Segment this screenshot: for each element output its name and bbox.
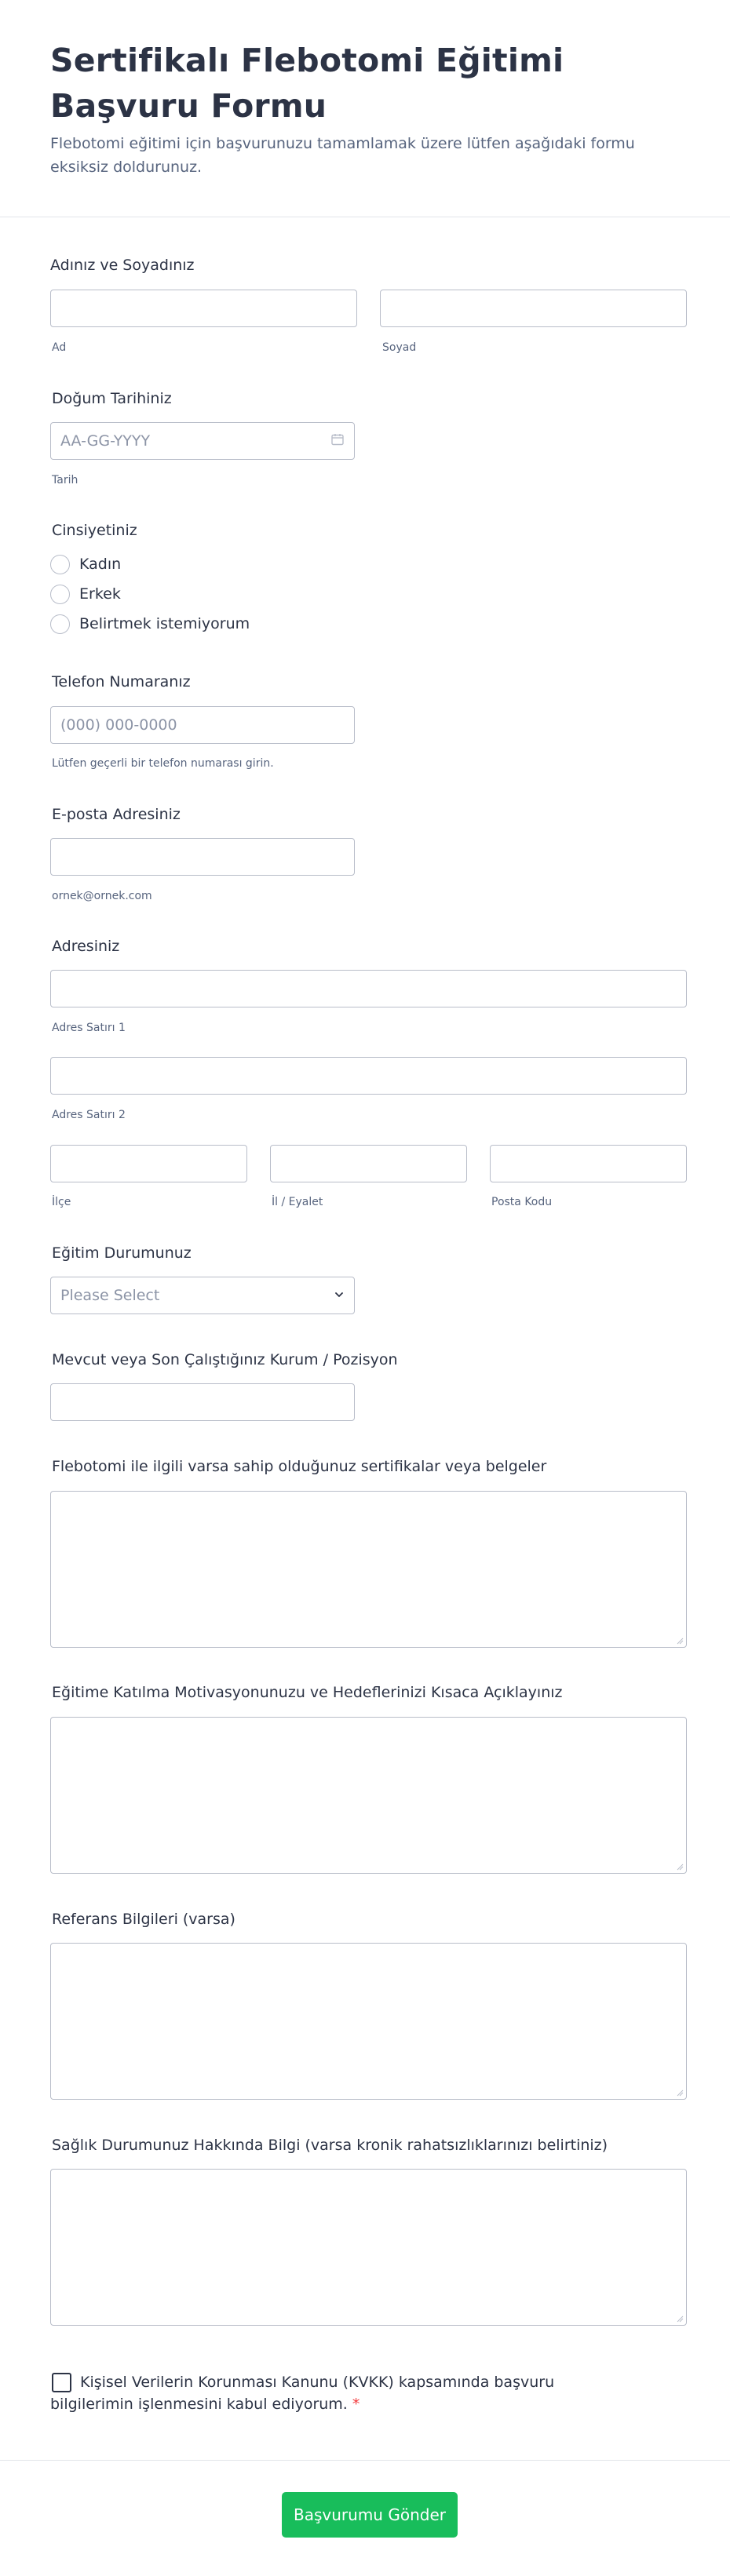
motivation-textarea[interactable]: [50, 1717, 687, 1874]
radio-label: Belirtmek istemiyorum: [79, 615, 250, 632]
resize-grip-icon[interactable]: [676, 2089, 684, 2097]
phone-label: Telefon Numaranız: [52, 673, 191, 690]
form-title: Sertifikalı Flebotomi Eğitimi Başvuru Fo…: [50, 42, 564, 125]
last-name-input[interactable]: [380, 290, 687, 327]
last-name-sublabel: Soyad: [382, 341, 417, 354]
gender-option-kadin[interactable]: Kadın: [50, 549, 250, 579]
resize-grip-icon[interactable]: [676, 2315, 684, 2323]
address-label: Adresiniz: [52, 938, 120, 955]
postal-code-input[interactable]: [490, 1145, 687, 1182]
email-label: E-posta Adresiniz: [52, 806, 181, 823]
email-sublabel: ornek@ornek.com: [52, 890, 152, 902]
email-input[interactable]: [50, 838, 355, 876]
name-field: Adınız ve Soyadınız: [50, 256, 686, 275]
address-line2-sublabel: Adres Satırı 2: [52, 1109, 126, 1121]
name-label: Adınız ve Soyadınız: [50, 257, 195, 274]
certificates-label: Flebotomi ile ilgili varsa sahip olduğun…: [52, 1458, 547, 1475]
chevron-down-icon: [334, 1287, 345, 1304]
phone-placeholder: (000) 000-0000: [60, 716, 177, 734]
resize-grip-icon[interactable]: [676, 1863, 684, 1871]
birth-date-placeholder: AA-GG-YYYY: [60, 432, 151, 450]
district-input[interactable]: [50, 1145, 247, 1182]
workplace-label: Mevcut veya Son Çalıştığınız Kurum / Poz…: [52, 1351, 398, 1368]
gender-options: Kadın Erkek Belirtmek istemiyorum: [50, 549, 250, 639]
consent-checkbox[interactable]: [52, 2373, 71, 2392]
province-input[interactable]: [270, 1145, 467, 1182]
education-placeholder: Please Select: [60, 1287, 160, 1304]
radio-label: Kadın: [79, 556, 122, 573]
birth-sublabel: Tarih: [52, 474, 78, 486]
certificates-textarea[interactable]: [50, 1491, 687, 1648]
gender-option-erkek[interactable]: Erkek: [50, 579, 250, 609]
first-name-sublabel: Ad: [52, 341, 67, 354]
phone-sublabel: Lütfen geçerli bir telefon numarası giri…: [52, 757, 274, 770]
consent-line1: Kişisel Verilerin Korunması Kanunu (KVKK…: [80, 2374, 555, 2391]
consent-line2-wrap: bilgilerimin işlenmesini kabul ediyorum.…: [50, 2393, 360, 2415]
submit-area: Başvurumu Gönder: [0, 2460, 730, 2576]
references-label: Referans Bilgileri (varsa): [52, 1911, 235, 1928]
calendar-icon[interactable]: [330, 432, 345, 450]
radio-button[interactable]: [50, 584, 70, 604]
resize-grip-icon[interactable]: [676, 1637, 684, 1645]
gender-option-belirtmek[interactable]: Belirtmek istemiyorum: [50, 609, 250, 639]
postal-code-sublabel: Posta Kodu: [491, 1196, 553, 1208]
radio-button[interactable]: [50, 614, 70, 634]
address-line1-input[interactable]: [50, 970, 687, 1007]
radio-button[interactable]: [50, 554, 70, 574]
health-label: Sağlık Durumunuz Hakkında Bilgi (varsa k…: [52, 2137, 608, 2154]
consent-line2: bilgilerimin işlenmesini kabul ediyorum.: [50, 2396, 348, 2413]
birth-label: Doğum Tarihiniz: [52, 390, 172, 407]
gender-label: Cinsiyetiniz: [52, 522, 137, 539]
radio-label: Erkek: [79, 585, 121, 603]
references-textarea[interactable]: [50, 1943, 687, 2100]
first-name-input[interactable]: [50, 290, 357, 327]
form-subtitle: Flebotomi eğitimi için başvurunuzu tamam…: [50, 135, 635, 176]
motivation-label: Eğitime Katılma Motivasyonunuzu ve Hedef…: [52, 1684, 563, 1701]
phone-input[interactable]: (000) 000-0000: [50, 706, 355, 744]
province-sublabel: İl / Eyalet: [272, 1196, 323, 1208]
education-select[interactable]: Please Select: [50, 1277, 355, 1314]
address-line1-sublabel: Adres Satırı 1: [52, 1022, 126, 1034]
required-mark: *: [352, 2396, 360, 2413]
education-label: Eğitim Durumunuz: [52, 1244, 192, 1262]
district-sublabel: İlçe: [52, 1196, 71, 1208]
health-textarea[interactable]: [50, 2169, 687, 2326]
address-line2-input[interactable]: [50, 1057, 687, 1095]
birth-date-input[interactable]: AA-GG-YYYY: [50, 422, 355, 460]
submit-button[interactable]: Başvurumu Gönder: [282, 2492, 458, 2538]
form-page: Sertifikalı Flebotomi Eğitimi Başvuru Fo…: [0, 0, 730, 2576]
workplace-input[interactable]: [50, 1383, 355, 1421]
form-header: Sertifikalı Flebotomi Eğitimi Başvuru Fo…: [0, 0, 730, 217]
